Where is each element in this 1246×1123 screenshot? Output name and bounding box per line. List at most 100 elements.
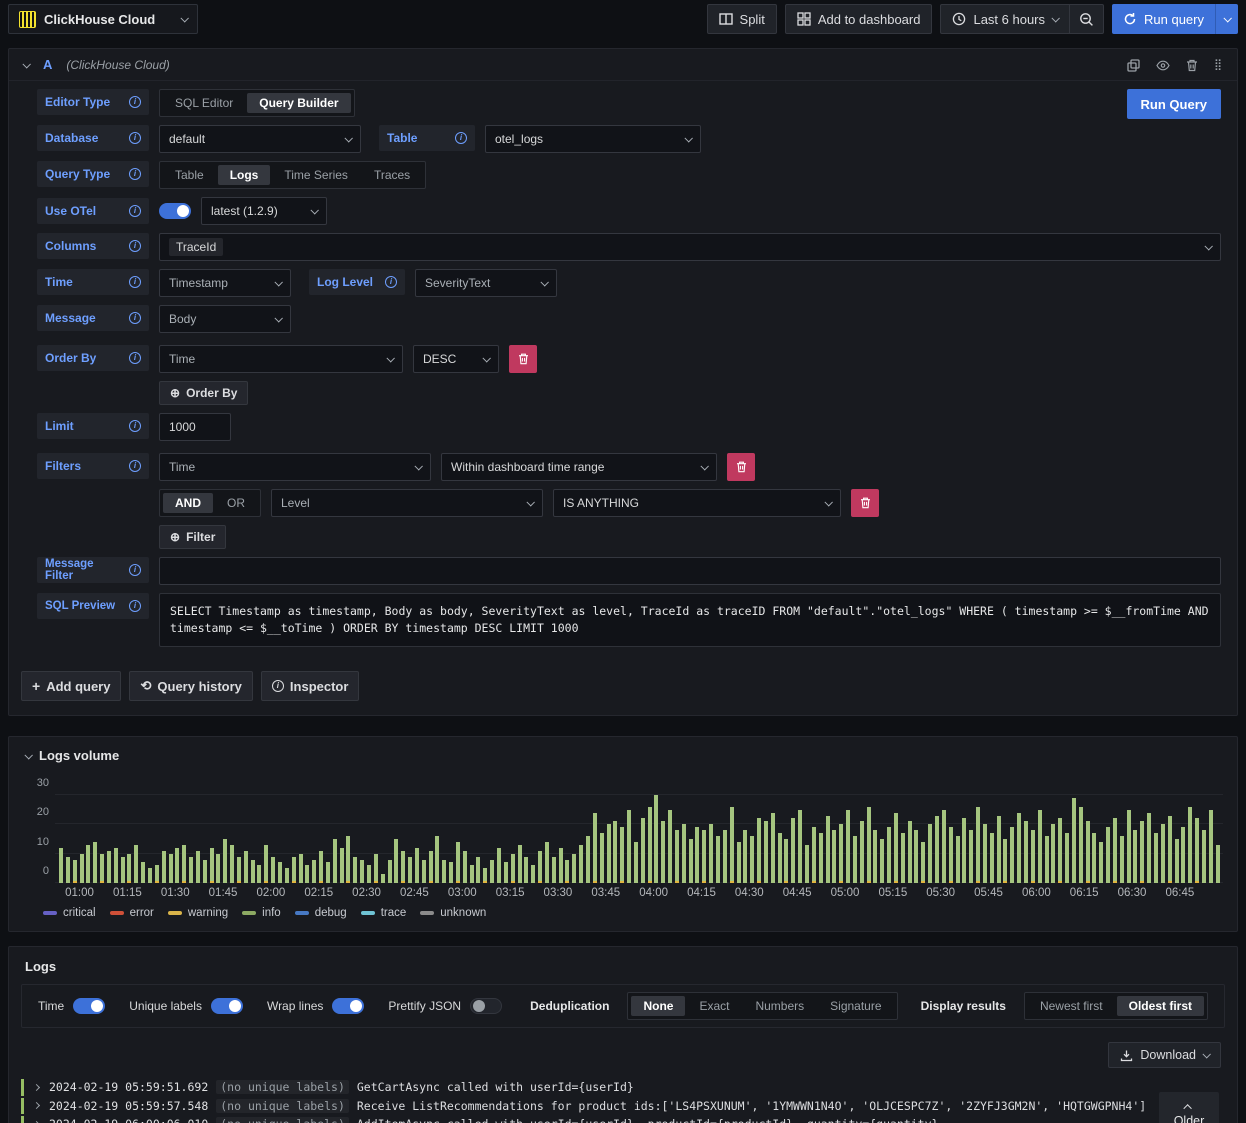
option-time-series[interactable]: Time Series <box>272 165 360 185</box>
message-filter-input[interactable] <box>159 557 1221 585</box>
info-icon[interactable]: i <box>385 276 397 288</box>
bar[interactable] <box>524 857 529 883</box>
info-icon[interactable]: i <box>129 276 141 288</box>
run-query-inline-button[interactable]: Run Query <box>1126 89 1221 119</box>
query-history-button[interactable]: ⟲ Query history <box>129 671 253 701</box>
info-icon[interactable]: i <box>129 96 141 108</box>
wrap-lines-toggle[interactable] <box>332 998 365 1014</box>
info-icon[interactable]: i <box>129 420 141 432</box>
option-or[interactable]: OR <box>215 493 257 513</box>
bar[interactable] <box>202 860 207 883</box>
bar[interactable] <box>880 839 885 883</box>
bar[interactable] <box>168 854 173 883</box>
bar[interactable] <box>647 807 652 883</box>
bar[interactable] <box>962 818 967 883</box>
download-button[interactable]: Download <box>1108 1042 1221 1068</box>
bar[interactable] <box>1119 836 1124 883</box>
info-icon[interactable]: i <box>129 460 141 472</box>
bar[interactable] <box>154 865 159 883</box>
remove-order-by-button[interactable] <box>509 345 537 373</box>
add-order-by-button[interactable]: ⊕ Order By <box>159 381 249 405</box>
option-query-builder[interactable]: Query Builder <box>247 93 351 113</box>
run-query-dropdown[interactable] <box>1215 4 1238 34</box>
bar[interactable] <box>1003 839 1008 883</box>
bar[interactable] <box>1037 810 1042 883</box>
bar[interactable] <box>982 824 987 883</box>
option-traces[interactable]: Traces <box>362 165 422 185</box>
bar[interactable] <box>1167 816 1172 883</box>
bar[interactable] <box>79 854 84 883</box>
bar[interactable] <box>688 839 693 883</box>
option-sql-editor[interactable]: SQL Editor <box>163 93 245 113</box>
bar[interactable] <box>483 868 488 883</box>
bar[interactable] <box>1044 836 1049 883</box>
option-oldest-first[interactable]: Oldest first <box>1116 996 1204 1016</box>
bar[interactable] <box>195 851 200 883</box>
bar[interactable] <box>414 848 419 883</box>
bar[interactable] <box>510 854 515 883</box>
bar[interactable] <box>1099 842 1104 883</box>
bar[interactable] <box>763 821 768 883</box>
bar[interactable] <box>394 839 399 883</box>
bar[interactable] <box>941 810 946 883</box>
bar[interactable] <box>161 851 166 883</box>
bar[interactable] <box>278 862 282 883</box>
bar[interactable] <box>127 854 132 883</box>
info-icon[interactable]: i <box>129 205 141 217</box>
bar[interactable] <box>421 860 426 883</box>
expand-caret-icon[interactable] <box>32 1102 41 1110</box>
info-icon[interactable]: i <box>129 600 141 612</box>
bar[interactable] <box>750 836 755 883</box>
bar[interactable] <box>250 860 255 883</box>
time-range-picker[interactable]: Last 6 hours <box>940 4 1070 34</box>
bar[interactable] <box>223 839 228 883</box>
option-signature[interactable]: Signature <box>818 996 893 1016</box>
bar[interactable] <box>134 845 139 883</box>
bar[interactable] <box>900 833 905 883</box>
bar[interactable] <box>627 810 632 883</box>
bar[interactable] <box>401 851 406 883</box>
bar[interactable] <box>873 830 878 883</box>
bar[interactable] <box>1071 798 1076 883</box>
legend-item-warning[interactable]: warning <box>167 907 228 919</box>
bar[interactable] <box>709 824 714 883</box>
bar[interactable] <box>264 845 269 883</box>
bar[interactable] <box>93 842 98 883</box>
bar[interactable] <box>1023 821 1028 883</box>
bar[interactable] <box>832 830 837 883</box>
bar[interactable] <box>743 830 748 883</box>
bar[interactable] <box>373 854 378 883</box>
option-none[interactable]: None <box>631 996 686 1016</box>
option-table[interactable]: Table <box>163 165 216 185</box>
order-by-field-select[interactable]: Time <box>159 345 403 373</box>
remove-filter2-button[interactable] <box>851 489 879 517</box>
bar[interactable] <box>572 854 577 883</box>
bar[interactable] <box>579 845 584 883</box>
duplicate-query-icon[interactable] <box>1127 57 1140 72</box>
filter1-operator-select[interactable]: Within dashboard time range <box>441 453 717 481</box>
bar[interactable] <box>298 854 303 883</box>
add-query-button[interactable]: + Add query <box>21 671 122 701</box>
bar[interactable] <box>1065 833 1070 883</box>
bar[interactable] <box>989 833 994 883</box>
bar[interactable] <box>729 807 734 883</box>
filter2-field-select[interactable]: Level <box>271 489 543 517</box>
bar[interactable] <box>428 851 433 883</box>
bar[interactable] <box>1215 845 1220 883</box>
bar[interactable] <box>585 836 590 883</box>
info-icon[interactable]: i <box>129 352 141 364</box>
logs-volume-chart[interactable]: 0 10 20 30 01:00 01:15 01:30 01:45 02:00 02:15 02… <box>23 777 1223 919</box>
bar[interactable] <box>380 874 385 883</box>
bar[interactable] <box>722 830 727 883</box>
bar[interactable] <box>928 824 933 883</box>
bar[interactable] <box>497 848 501 883</box>
bar[interactable] <box>804 845 809 883</box>
info-icon[interactable]: i <box>129 132 141 144</box>
bar[interactable] <box>1078 807 1083 883</box>
bar[interactable] <box>935 816 939 883</box>
bar[interactable] <box>811 827 816 883</box>
bar[interactable] <box>236 857 241 883</box>
drag-handle-icon[interactable]: ⣿ <box>1214 58 1223 71</box>
bar[interactable] <box>120 857 125 883</box>
bar[interactable] <box>141 862 146 883</box>
